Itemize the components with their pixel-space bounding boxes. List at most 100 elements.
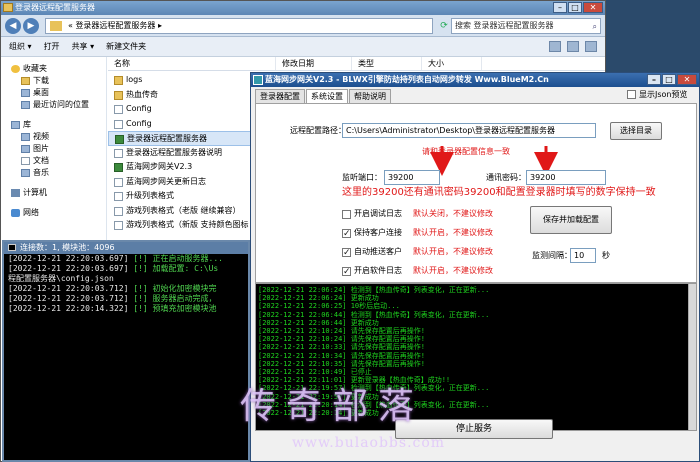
log-scrollbar[interactable]: [688, 284, 696, 430]
sidebar-item[interactable]: 文档: [1, 155, 106, 167]
sidebar-item[interactable]: 最近访问的位置: [1, 99, 106, 111]
listen-port-label: 监听端口：: [342, 173, 382, 182]
sidebar-item[interactable]: 下载: [1, 75, 106, 87]
option-checkbox[interactable]: [342, 209, 351, 219]
console-line: [2022-12-21 22:20:03.712] [!] 初始化加密模块完: [4, 284, 248, 294]
option-checkbox[interactable]: [342, 266, 351, 278]
explorer-title-bar: 登录器远程配置服务器 – □ ✕: [1, 1, 605, 15]
console-output: [2022-12-21 22:20:03.697] [!] 正在启动服务器...…: [4, 254, 248, 314]
option-row[interactable]: 自动推送客户 默认开启，不建议修改: [342, 246, 493, 259]
log-line: [2022-12-21 22:19:57] 检测到【热血传奇】列表变化，正在更新…: [258, 384, 490, 393]
save-config-button[interactable]: 保存并加载配置: [530, 206, 612, 234]
sidebar-item[interactable]: 收藏夹: [1, 63, 106, 75]
search-placeholder: 搜索 登录器远程配置服务器: [455, 21, 554, 30]
option-note: 默认开启，不建议修改: [413, 266, 493, 275]
address-bar: ◀ ▶ « 登录器远程配置服务器 ▸ ⟳ 搜索 登录器远程配置服务器 ⌕: [1, 15, 605, 37]
view-icon[interactable]: [549, 41, 561, 52]
file-item[interactable]: 升级列表格式: [108, 189, 258, 204]
file-item[interactable]: 游戏列表格式（老版 继续兼容）: [108, 204, 258, 219]
column-date[interactable]: 修改日期: [276, 57, 352, 70]
organize-button[interactable]: 组织 ▾: [9, 41, 32, 52]
navigation-pane: 收藏夹下载 桌面最近访问的位置库视频图片 文档 音乐计算机网络: [1, 57, 107, 243]
refresh-icon[interactable]: ⟳: [437, 18, 451, 34]
close-button[interactable]: ✕: [583, 2, 603, 13]
desktop-icon: [21, 89, 30, 97]
option-label: 保持客户连接: [354, 228, 402, 237]
file-item[interactable]: logs: [108, 73, 258, 88]
sidebar-item-label: 桌面: [33, 88, 49, 97]
column-type[interactable]: 类型: [352, 57, 422, 70]
sidebar-item[interactable]: 音乐: [1, 167, 106, 179]
file-item[interactable]: 游戏列表格式（新版 支持颜色图标: [108, 218, 258, 233]
comm-password-label: 通讯密码：: [486, 173, 526, 182]
listen-port-input[interactable]: 39200: [384, 170, 440, 185]
tab-strip: 登录器配置 系统设置 帮助说明: [255, 89, 392, 104]
option-row[interactable]: 开启软件日志 默认开启，不建议修改: [342, 265, 493, 278]
file-item[interactable]: 登录器远程配置服务器说明: [108, 146, 258, 161]
sidebar-item-label: 收藏夹: [23, 64, 47, 73]
text-file-icon: [114, 221, 123, 230]
help-icon[interactable]: [585, 41, 597, 52]
document-icon: [21, 157, 30, 165]
sidebar-item[interactable]: 桌面: [1, 87, 106, 99]
star-icon: [11, 65, 20, 73]
video-icon: [21, 133, 30, 141]
sidebar-item[interactable]: 网络: [1, 207, 106, 219]
maximize-button[interactable]: □: [568, 2, 582, 13]
sidebar-item[interactable]: 视频: [1, 131, 106, 143]
folder-icon: [21, 77, 30, 85]
text-file-icon: [114, 148, 123, 158]
tab-login-config[interactable]: 登录器配置: [255, 89, 305, 103]
check-interval-input[interactable]: 10: [570, 248, 596, 263]
new-folder-button[interactable]: 新建文件夹: [106, 41, 146, 52]
forward-icon[interactable]: ▶: [23, 18, 39, 34]
file-item[interactable]: Config: [108, 102, 258, 117]
console-timestamp: 程配置服务器\config.json: [8, 274, 114, 283]
sidebar-item[interactable]: 库: [1, 119, 106, 131]
sidebar-item-label: 视频: [33, 132, 49, 141]
gateway-title-bar: 蓝海网步网关V2.3 - BLWX引擎防劫持列表自动网步转发 Www.BlueM…: [251, 73, 699, 87]
log-line: [2022-12-21 22:10:35] 请先保存配置后再操作!: [258, 359, 425, 368]
console-icon: [8, 244, 16, 251]
option-checkbox[interactable]: [342, 247, 351, 259]
column-name[interactable]: 名称: [108, 57, 276, 70]
option-note: 默认关闭，不建议修改: [413, 209, 493, 218]
option-checkbox[interactable]: [342, 228, 351, 240]
console-timestamp: [2022-12-21 22:20:03.697]: [8, 254, 129, 263]
address-path[interactable]: « 登录器远程配置服务器 ▸: [45, 18, 433, 34]
file-name: 蓝海网步网关更新日志: [126, 176, 206, 186]
share-button[interactable]: 共享 ▾: [72, 41, 95, 52]
picture-icon: [21, 145, 30, 153]
minimize-button[interactable]: –: [553, 2, 567, 13]
file-list: logs 热血传奇 Config Config 登录器远程配置服务器 登录器远程配置服务器…: [108, 73, 258, 243]
log-line: [2022-12-21 22:20:14] 更新成功: [258, 409, 379, 418]
back-icon[interactable]: ◀: [5, 18, 21, 34]
tab-system-settings[interactable]: 系统设置: [306, 89, 348, 104]
console-message: [!] 正在启动服务器...: [133, 254, 223, 263]
text-file-icon: [114, 192, 123, 201]
open-button[interactable]: 打开: [44, 41, 60, 52]
file-item[interactable]: 登录器远程配置服务器: [108, 131, 258, 146]
file-item[interactable]: 蓝海网步网关V2.3: [108, 160, 258, 175]
option-note: 默认开启，不建议修改: [413, 247, 493, 256]
sidebar-item[interactable]: 图片: [1, 143, 106, 155]
column-size[interactable]: 大小: [422, 57, 482, 70]
stop-service-button[interactable]: 停止服务: [395, 419, 553, 439]
comm-password-input[interactable]: 39200: [526, 170, 606, 185]
maximize-button[interactable]: □: [662, 74, 676, 85]
tab-help[interactable]: 帮助说明: [349, 89, 391, 103]
console-timestamp: [2022-12-21 22:20:14.322]: [8, 304, 129, 313]
option-row[interactable]: 保持客户连接 默认开启，不建议修改: [342, 227, 493, 240]
minimize-button[interactable]: –: [647, 74, 661, 85]
file-name: 热血传奇: [126, 89, 158, 99]
checkbox-box[interactable]: [627, 90, 636, 99]
preview-pane-icon[interactable]: [567, 41, 579, 52]
json-preview-checkbox[interactable]: 显示Json预览: [627, 89, 688, 100]
close-button[interactable]: ✕: [677, 74, 697, 85]
option-row[interactable]: 开启调试日志 默认关闭，不建议修改: [342, 208, 493, 220]
sidebar-item[interactable]: 计算机: [1, 187, 106, 199]
file-item[interactable]: 热血传奇: [108, 88, 258, 103]
file-item[interactable]: 蓝海网步网关更新日志: [108, 175, 258, 190]
file-item[interactable]: Config: [108, 117, 258, 132]
search-input[interactable]: 搜索 登录器远程配置服务器 ⌕: [451, 18, 601, 34]
